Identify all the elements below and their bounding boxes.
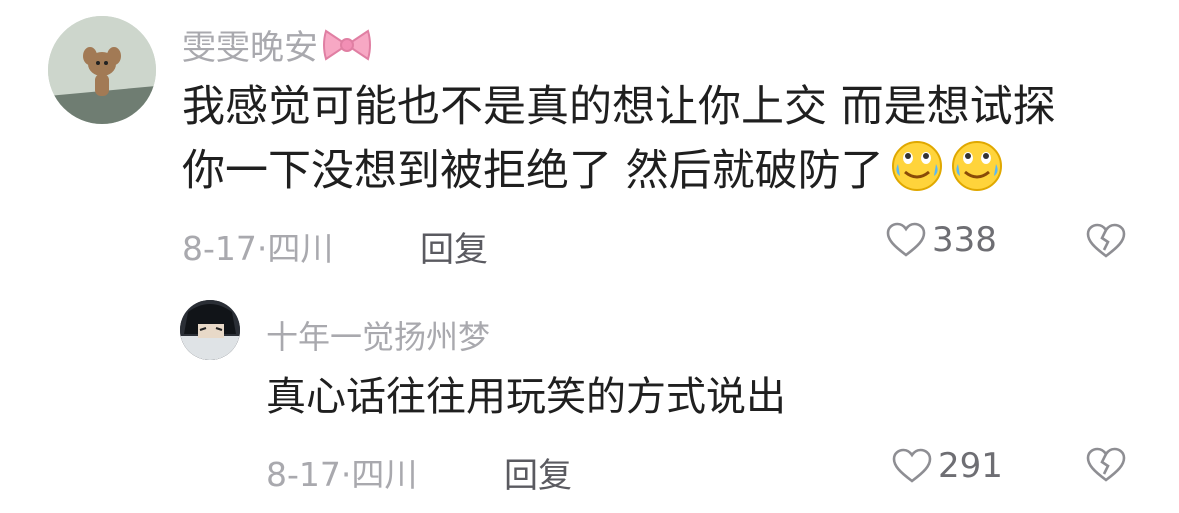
heart-icon [892, 448, 932, 483]
broken-heart-icon [1086, 223, 1126, 258]
dislike-button[interactable] [1086, 222, 1126, 264]
comment-meta: 8-17·四川 [266, 448, 417, 496]
meta-separator: · [256, 229, 268, 268]
bow-icon [322, 25, 372, 74]
crying-laugh-emoji-icon [890, 138, 944, 209]
meta-separator: · [340, 455, 352, 494]
comment-text: 真心话往往用玩笑的方式说出 [266, 374, 786, 420]
avatar[interactable] [180, 300, 240, 360]
reply-button[interactable]: 回复 [504, 448, 572, 497]
like-button[interactable]: 291 [892, 446, 1003, 486]
username-text: 雯雯晚安 [182, 28, 318, 68]
comment-text-line: 我感觉可能也不是真的想让你上交 而是想试探 [182, 82, 1056, 132]
broken-heart-icon [1086, 447, 1126, 482]
comment-location: 四川 [267, 229, 334, 268]
comment-date: 8-17 [182, 229, 257, 268]
comment-text-line-2: 你一下没想到被拒绝了 然后就破防了 [182, 138, 1056, 209]
comment-date: 8-17 [266, 455, 341, 494]
like-button[interactable]: 338 [886, 220, 997, 260]
avatar-image [48, 16, 156, 124]
reply-button[interactable]: 回复 [420, 222, 488, 271]
avatar[interactable] [48, 16, 156, 124]
heart-icon [886, 222, 926, 257]
crying-laugh-emoji-icon [950, 138, 1004, 209]
comment-text-line-content: 你一下没想到被拒绝了 然后就破防了 [182, 146, 884, 196]
comment-text: 我感觉可能也不是真的想让你上交 而是想试探 你一下没想到被拒绝了 然后就破防了 [182, 76, 1056, 209]
comment-meta: 8-17·四川 [182, 222, 333, 270]
dislike-button[interactable] [1086, 446, 1126, 488]
like-count: 291 [938, 446, 1003, 486]
username[interactable]: 十年一觉扬州梦 [266, 312, 490, 358]
username[interactable]: 雯雯晚安 [182, 20, 372, 74]
avatar-image [180, 300, 240, 360]
like-count: 338 [932, 220, 997, 260]
comment-location: 四川 [351, 455, 418, 494]
